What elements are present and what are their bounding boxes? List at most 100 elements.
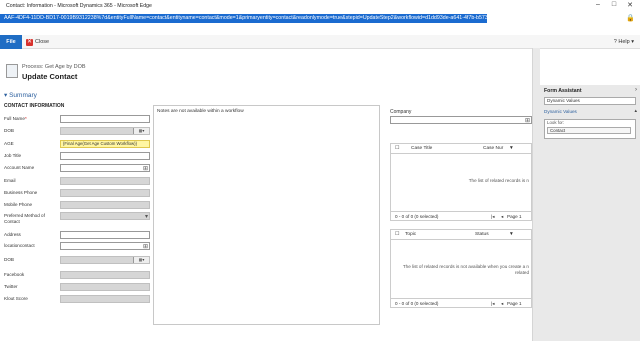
minimize-icon[interactable]: – (592, 1, 604, 8)
close-label: Close (35, 39, 50, 45)
look-for-box: Look for: Contact (544, 119, 636, 139)
calendar-icon[interactable]: ▦▾ (133, 128, 149, 134)
first-page-icon[interactable]: |◂ (491, 301, 495, 307)
ribbon: File ✕ Close ? Help ▾ (0, 35, 640, 49)
column-header[interactable]: Case Nur (483, 146, 503, 151)
select-all-checkbox[interactable]: ☐ (395, 232, 399, 237)
chevron-down-icon: ▾ (631, 39, 634, 45)
record-count: 0 - 0 of 0 (0 selected) (395, 301, 439, 306)
field-facebook: Facebook (4, 271, 150, 280)
close-button[interactable]: ✕ Close (26, 37, 49, 47)
help-label: Help (618, 39, 630, 45)
field-label: Klout Score (4, 296, 28, 301)
calendar-icon[interactable]: ▦▾ (133, 257, 149, 263)
field-age: AGE {Final Age(Get Age Custom Workflow)} (4, 140, 150, 149)
address-bar[interactable]: AAF-4DF4-11DD-BD17-0019B9312238%7d&entit… (0, 13, 640, 25)
filter-icon[interactable]: ▼ (509, 146, 514, 151)
column-header[interactable]: Topic (405, 232, 416, 237)
address-input[interactable] (60, 231, 150, 239)
field-job-title: Job Title (4, 152, 150, 161)
window-title: Contact: Information - Microsoft Dynamic… (6, 3, 152, 9)
field-mobile-phone: Mobile Phone (4, 201, 150, 210)
grid-header: ☐ Topic Status ▼ (391, 230, 531, 240)
field-label: Mobile Phone (4, 202, 33, 207)
field-label: Job Title (4, 153, 22, 158)
field-label: locationcontact (4, 243, 35, 248)
facebook-input[interactable] (60, 271, 150, 279)
field-label: DOB (4, 257, 14, 262)
select-all-checkbox[interactable]: ☐ (395, 146, 399, 151)
filter-icon[interactable]: ▼ (509, 232, 514, 237)
grid-header: ☐ Case Title Case Nur ▼ (391, 144, 531, 154)
account-name-input[interactable]: ⊞ (60, 164, 150, 172)
company-input[interactable]: ⊞ (390, 116, 532, 124)
field-email: Email (4, 177, 150, 186)
chevron-up-icon[interactable]: ▴ (634, 108, 637, 114)
field-locationcontact: locationcontact ⊞ (4, 242, 150, 251)
column-header[interactable]: Status (475, 232, 489, 237)
file-tab[interactable]: File (0, 35, 22, 49)
field-preferred-contact: Preferred Method of Contact ▾ (4, 212, 150, 226)
vertical-scrollbar[interactable] (532, 48, 540, 341)
look-for-label: Look for: (547, 120, 565, 125)
preferred-contact-select[interactable]: ▾ (60, 212, 150, 220)
field-label: Preferred Method of Contact (4, 213, 45, 224)
field-label: DOB (4, 128, 14, 133)
empty-message: The list of related records is n (468, 178, 529, 183)
locationcontact-input[interactable]: ⊞ (60, 242, 150, 250)
lookup-icon[interactable]: ⊞ (143, 165, 148, 172)
page-number: Page 1 (507, 301, 522, 306)
chevron-down-icon: ▾ (144, 214, 148, 220)
field-business-phone: Business Phone (4, 189, 150, 198)
empty-message: The list of related records is not avail… (402, 264, 529, 269)
email-input[interactable] (60, 177, 150, 185)
field-address: Address (4, 231, 150, 240)
field-label: Full Name (4, 116, 25, 121)
field-label: Address (4, 232, 21, 237)
url-field[interactable]: AAF-4DF4-11DD-BD17-0019B9312238%7d&entit… (0, 14, 487, 23)
form-assistant-title: Form Assistant (544, 88, 582, 94)
dob-input[interactable]: ▦▾ (60, 127, 150, 135)
business-phone-input[interactable] (60, 189, 150, 197)
field-label: Twitter (4, 284, 18, 289)
summary-label: Summary (9, 92, 37, 99)
grid-footer: 0 - 0 of 0 (0 selected) |◂ ◂ Page 1 (391, 298, 531, 307)
summary-tab[interactable]: ▾ Summary (4, 91, 37, 99)
lookup-icon[interactable]: ⊞ (143, 243, 148, 250)
full-name-input[interactable] (60, 115, 150, 123)
close-window-icon[interactable]: ✕ (624, 1, 636, 9)
company-label: Company (390, 109, 412, 115)
field-label: Account Name (4, 165, 35, 170)
dynamic-values-heading: Dynamic Values (544, 109, 577, 114)
job-title-input[interactable] (60, 152, 150, 160)
prev-page-icon[interactable]: ◂ (501, 214, 503, 220)
record-count: 0 - 0 of 0 (0 selected) (395, 214, 439, 219)
help-icon: ? (613, 39, 617, 45)
help-button[interactable]: ? Help ▾ (614, 39, 634, 45)
age-input[interactable]: {Final Age(Get Age Custom Workflow)} (60, 140, 150, 148)
lock-icon: 🔒 (626, 15, 635, 22)
form-assistant-panel: Form Assistant › Dynamic Values Dynamic … (540, 85, 640, 341)
field-full-name: Full Name* (4, 115, 150, 124)
prev-page-icon[interactable]: ◂ (501, 301, 503, 307)
case-grid: ☐ Case Title Case Nur ▼ The list of rela… (390, 143, 532, 221)
dob-2-input[interactable]: ▦▾ (60, 256, 150, 264)
page-title: Update Contact (22, 72, 78, 81)
first-page-icon[interactable]: |◂ (491, 214, 495, 220)
field-dob-2: DOB ▦▾ (4, 256, 150, 265)
maximize-icon[interactable]: □ (608, 1, 620, 8)
column-header[interactable]: Case Title (411, 146, 432, 151)
required-marker: * (24, 116, 27, 121)
chevron-right-icon[interactable]: › (635, 87, 637, 93)
klout-score-input[interactable] (60, 295, 150, 303)
section-title: CONTACT INFORMATION (4, 103, 65, 109)
dynamic-values-select[interactable]: Dynamic Values (544, 97, 636, 105)
lookup-icon[interactable]: ⊞ (525, 117, 530, 124)
field-label: Business Phone (4, 190, 38, 195)
process-icon (6, 64, 18, 78)
mobile-phone-input[interactable] (60, 201, 150, 209)
field-klout-score: Klout Score (4, 295, 150, 304)
look-for-select[interactable]: Contact (547, 127, 631, 134)
twitter-input[interactable] (60, 283, 150, 291)
topic-grid: ☐ Topic Status ▼ The list of related rec… (390, 229, 532, 308)
